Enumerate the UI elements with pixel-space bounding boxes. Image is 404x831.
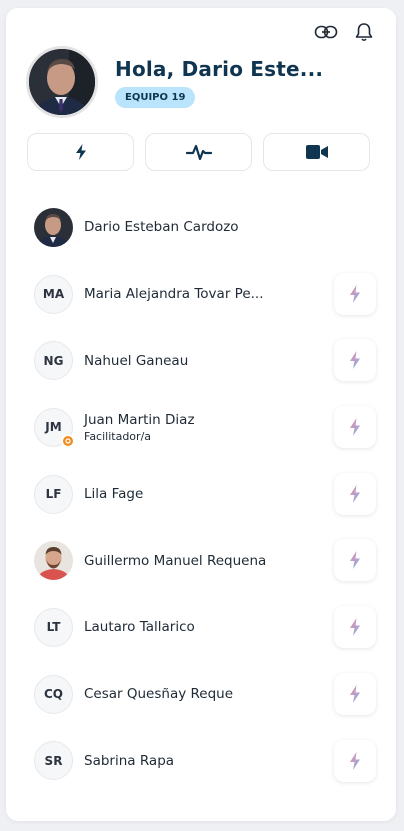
avatar: MA: [34, 274, 73, 314]
team-card: Hola, Dario Este... EQUIPO 19 Dario Este…: [6, 8, 396, 821]
member-role: Facilitador/a: [84, 429, 152, 443]
activity-button[interactable]: [145, 133, 252, 171]
send-energy-button[interactable]: [334, 739, 376, 782]
member-list: Dario Esteban Cardozo MA Maria Alejandra…: [34, 194, 376, 794]
greeting-title: Hola, Dario Este...: [115, 56, 324, 81]
list-item[interactable]: MA Maria Alejandra Tovar Pe...: [34, 261, 376, 328]
list-item[interactable]: JM Juan Martin Diaz Facilitador/a: [34, 394, 376, 461]
lightning-icon: [350, 284, 360, 303]
list-item[interactable]: LF Lila Fage: [34, 461, 376, 528]
profile-header: Hola, Dario Este... EQUIPO 19: [26, 46, 323, 118]
quick-action-button[interactable]: [27, 133, 134, 171]
member-name: Maria Alejandra Tovar Pe...: [84, 286, 264, 303]
lightning-icon: [350, 751, 360, 770]
lightning-icon: [350, 551, 360, 570]
send-energy-button[interactable]: [334, 672, 376, 715]
avatar: SR: [34, 741, 73, 781]
bell-icon[interactable]: [352, 20, 376, 44]
team-badge: EQUIPO 19: [115, 86, 196, 108]
lightning-icon: [350, 684, 360, 703]
lightning-icon: [350, 351, 360, 370]
link-icon[interactable]: [314, 20, 338, 44]
user-avatar[interactable]: [26, 46, 98, 118]
avatar: [34, 207, 73, 247]
list-item[interactable]: CQ Cesar Quesñay Reque: [34, 661, 376, 728]
send-energy-button[interactable]: [334, 339, 376, 382]
avatar: NG: [34, 341, 73, 381]
member-name: Nahuel Ganeau: [84, 352, 189, 369]
member-name: Juan Martin Diaz: [84, 411, 195, 428]
avatar: LT: [34, 607, 73, 647]
send-energy-button[interactable]: [334, 272, 376, 315]
member-name: Dario Esteban Cardozo: [84, 219, 239, 236]
avatar: JM: [34, 407, 75, 448]
list-item[interactable]: LT Lautaro Tallarico: [34, 594, 376, 661]
lightning-icon: [350, 418, 360, 437]
video-camera-icon: [305, 145, 328, 159]
list-item[interactable]: Guillermo Manuel Requena: [34, 527, 376, 594]
send-energy-button[interactable]: [334, 539, 376, 582]
lightning-icon: [75, 144, 86, 160]
member-name: Guillermo Manuel Requena: [84, 552, 267, 569]
send-energy-button[interactable]: [334, 606, 376, 649]
send-energy-button[interactable]: [334, 406, 376, 449]
list-item[interactable]: Dario Esteban Cardozo: [34, 194, 376, 261]
list-item[interactable]: SR Sabrina Rapa: [34, 728, 376, 795]
lightning-icon: [350, 618, 360, 637]
list-item[interactable]: NG Nahuel Ganeau: [34, 327, 376, 394]
pulse-icon: [185, 144, 212, 161]
send-energy-button[interactable]: [334, 472, 376, 515]
avatar: [34, 541, 73, 581]
member-name: Cesar Quesñay Reque: [84, 686, 234, 703]
avatar-initials: JM: [45, 420, 62, 435]
member-name: Lautaro Tallarico: [84, 619, 195, 636]
avatar: LF: [34, 474, 73, 514]
lightning-icon: [350, 484, 360, 503]
action-bar: [27, 133, 370, 171]
avatar: CQ: [34, 674, 73, 714]
member-name: Lila Fage: [84, 486, 144, 503]
header-icons: [314, 20, 376, 44]
facilitator-badge-icon: [61, 433, 75, 448]
member-name: Sabrina Rapa: [84, 752, 175, 769]
video-call-button[interactable]: [263, 133, 370, 171]
